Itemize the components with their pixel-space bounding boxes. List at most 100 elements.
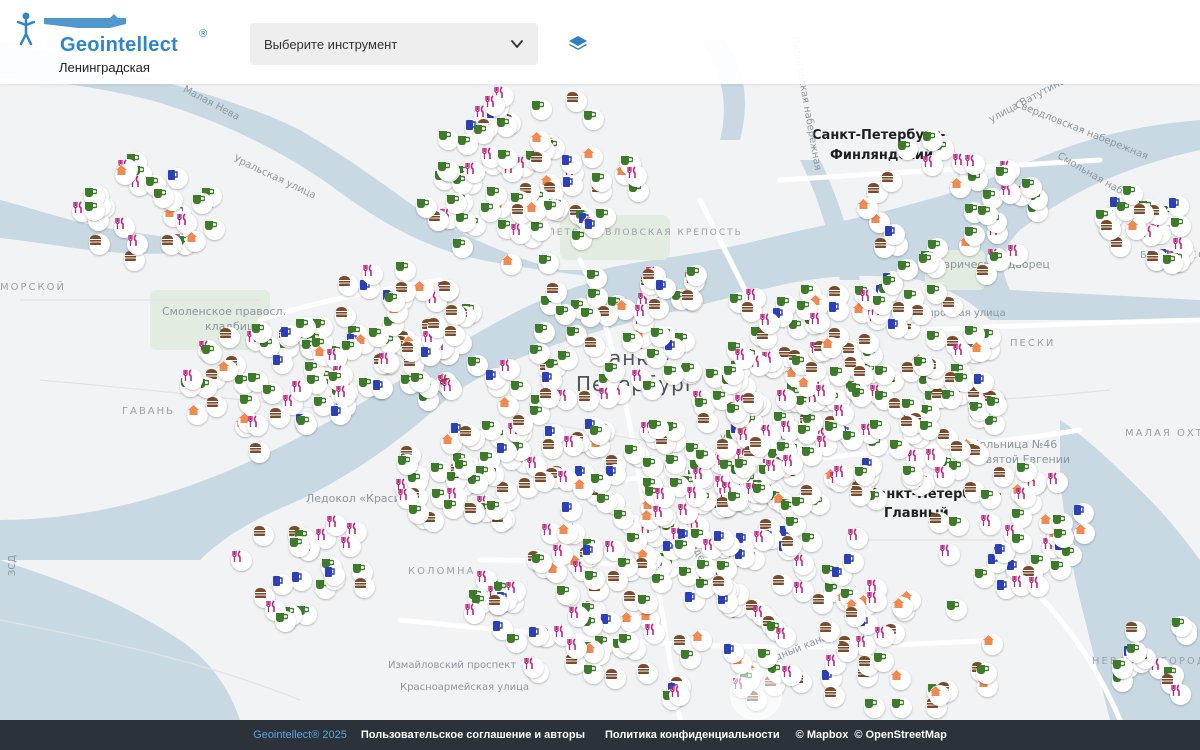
geointellect-logo[interactable]: Geointellect ® bbox=[14, 10, 207, 56]
fastfood-marker[interactable] bbox=[542, 437, 564, 459]
restaurant-marker[interactable] bbox=[334, 385, 356, 407]
cafe-marker[interactable] bbox=[733, 457, 755, 479]
bar-marker[interactable] bbox=[371, 377, 393, 399]
bar-marker[interactable] bbox=[323, 565, 345, 587]
hotel-marker[interactable] bbox=[525, 200, 547, 222]
restaurant-marker[interactable] bbox=[440, 378, 462, 400]
fastfood-marker[interactable] bbox=[400, 340, 422, 362]
restaurant-marker[interactable] bbox=[921, 154, 943, 176]
cafe-marker[interactable] bbox=[394, 259, 416, 281]
restaurant-marker[interactable] bbox=[499, 358, 521, 380]
cafe-marker[interactable] bbox=[591, 170, 613, 192]
fastfood-marker[interactable] bbox=[680, 288, 702, 310]
bar-marker[interactable] bbox=[561, 499, 583, 521]
cafe-marker[interactable] bbox=[901, 463, 923, 485]
cafe-marker[interactable] bbox=[1053, 527, 1075, 549]
cafe-marker[interactable] bbox=[396, 453, 418, 475]
bar-marker[interactable] bbox=[279, 324, 301, 346]
tool-select-dropdown[interactable]: Выберите инструмент bbox=[250, 23, 538, 65]
cafe-marker[interactable] bbox=[454, 211, 476, 233]
restaurant-marker[interactable] bbox=[247, 415, 269, 436]
fastfood-marker[interactable] bbox=[812, 592, 833, 614]
cafe-marker[interactable] bbox=[250, 321, 272, 343]
cafe-marker[interactable] bbox=[941, 388, 962, 409]
restaurant-marker[interactable] bbox=[668, 684, 690, 706]
fastfood-marker[interactable] bbox=[533, 470, 555, 492]
fastfood-marker[interactable] bbox=[160, 234, 182, 256]
cafe-marker[interactable] bbox=[665, 452, 686, 474]
restaurant-marker[interactable] bbox=[522, 656, 544, 678]
cafe-marker[interactable] bbox=[986, 394, 1008, 416]
cafe-marker[interactable] bbox=[863, 697, 885, 718]
fastfood-marker[interactable] bbox=[566, 90, 588, 112]
cafe-marker[interactable] bbox=[622, 330, 644, 352]
fastfood-marker[interactable] bbox=[696, 412, 718, 434]
cafe-marker[interactable] bbox=[274, 611, 296, 633]
cafe-marker[interactable] bbox=[289, 535, 311, 557]
restaurant-marker[interactable] bbox=[780, 665, 802, 687]
fastfood-marker[interactable] bbox=[911, 303, 933, 325]
restaurant-marker[interactable] bbox=[464, 161, 486, 183]
restaurant-marker[interactable] bbox=[1046, 472, 1068, 494]
bar-marker[interactable] bbox=[420, 344, 442, 366]
cafe-marker[interactable] bbox=[588, 424, 610, 446]
fastfood-marker[interactable] bbox=[780, 534, 802, 556]
fastfood-marker[interactable] bbox=[443, 325, 465, 347]
cafe-marker[interactable] bbox=[1010, 531, 1032, 553]
cafe-marker[interactable] bbox=[976, 203, 998, 225]
cafe-marker[interactable] bbox=[442, 497, 464, 519]
fastfood-marker[interactable] bbox=[1124, 620, 1146, 642]
cafe-marker[interactable] bbox=[800, 445, 822, 467]
restaurant-marker[interactable] bbox=[846, 528, 868, 550]
fastfood-marker[interactable] bbox=[993, 465, 1015, 487]
bar-marker[interactable] bbox=[528, 624, 550, 646]
cafe-marker[interactable] bbox=[662, 364, 684, 386]
cafe-marker[interactable] bbox=[1015, 461, 1037, 483]
cafe-marker[interactable] bbox=[726, 490, 748, 512]
restaurant-marker[interactable] bbox=[563, 434, 585, 456]
cafe-marker[interactable] bbox=[868, 417, 890, 439]
restaurant-marker[interactable] bbox=[1170, 683, 1192, 705]
footer-terms-link[interactable]: Пользовательское соглашение и авторы bbox=[361, 729, 585, 741]
fastfood-marker[interactable] bbox=[487, 594, 509, 616]
fastfood-marker[interactable] bbox=[819, 620, 841, 642]
bar-marker[interactable] bbox=[1072, 502, 1094, 524]
fastfood-marker[interactable] bbox=[1099, 218, 1121, 240]
cafe-marker[interactable] bbox=[650, 325, 672, 347]
fastfood-marker[interactable] bbox=[577, 390, 599, 412]
restaurant-marker[interactable] bbox=[567, 606, 589, 628]
restaurant-marker[interactable] bbox=[644, 622, 666, 644]
hotel-marker[interactable] bbox=[856, 198, 878, 220]
fastfood-marker[interactable] bbox=[459, 424, 481, 446]
fastfood-marker[interactable] bbox=[1109, 236, 1131, 258]
cafe-marker[interactable] bbox=[679, 647, 701, 669]
cafe-marker[interactable] bbox=[850, 386, 872, 408]
restaurant-marker[interactable] bbox=[1028, 575, 1050, 597]
footer-osm-credit[interactable]: © OpenStreetMap bbox=[854, 729, 946, 741]
fastfood-marker[interactable] bbox=[976, 263, 998, 285]
cafe-marker[interactable] bbox=[695, 447, 717, 469]
cafe-marker[interactable] bbox=[296, 413, 318, 435]
cafe-marker[interactable] bbox=[800, 530, 822, 552]
cafe-marker[interactable] bbox=[261, 382, 283, 404]
hotel-marker[interactable] bbox=[949, 177, 971, 199]
cafe-marker[interactable] bbox=[537, 252, 559, 274]
fastfood-marker[interactable] bbox=[583, 335, 605, 357]
fastfood-marker[interactable] bbox=[824, 685, 846, 707]
cafe-marker[interactable] bbox=[582, 109, 604, 131]
restaurant-marker[interactable] bbox=[566, 637, 588, 659]
bar-marker[interactable] bbox=[581, 543, 603, 565]
cafe-marker[interactable] bbox=[973, 566, 995, 588]
fastfood-marker[interactable] bbox=[849, 484, 871, 506]
restaurant-marker[interactable] bbox=[1006, 244, 1028, 266]
restaurant-marker[interactable] bbox=[774, 627, 796, 649]
cafe-marker[interactable] bbox=[529, 342, 551, 364]
cafe-marker[interactable] bbox=[451, 236, 473, 258]
cafe-marker[interactable] bbox=[531, 551, 553, 573]
fastfood-marker[interactable] bbox=[604, 668, 626, 690]
hotel-marker[interactable] bbox=[982, 633, 1004, 655]
cafe-marker[interactable] bbox=[239, 392, 261, 414]
bar-marker[interactable] bbox=[655, 277, 677, 299]
cafe-marker[interactable] bbox=[485, 499, 507, 521]
hotel-marker[interactable] bbox=[891, 597, 913, 619]
